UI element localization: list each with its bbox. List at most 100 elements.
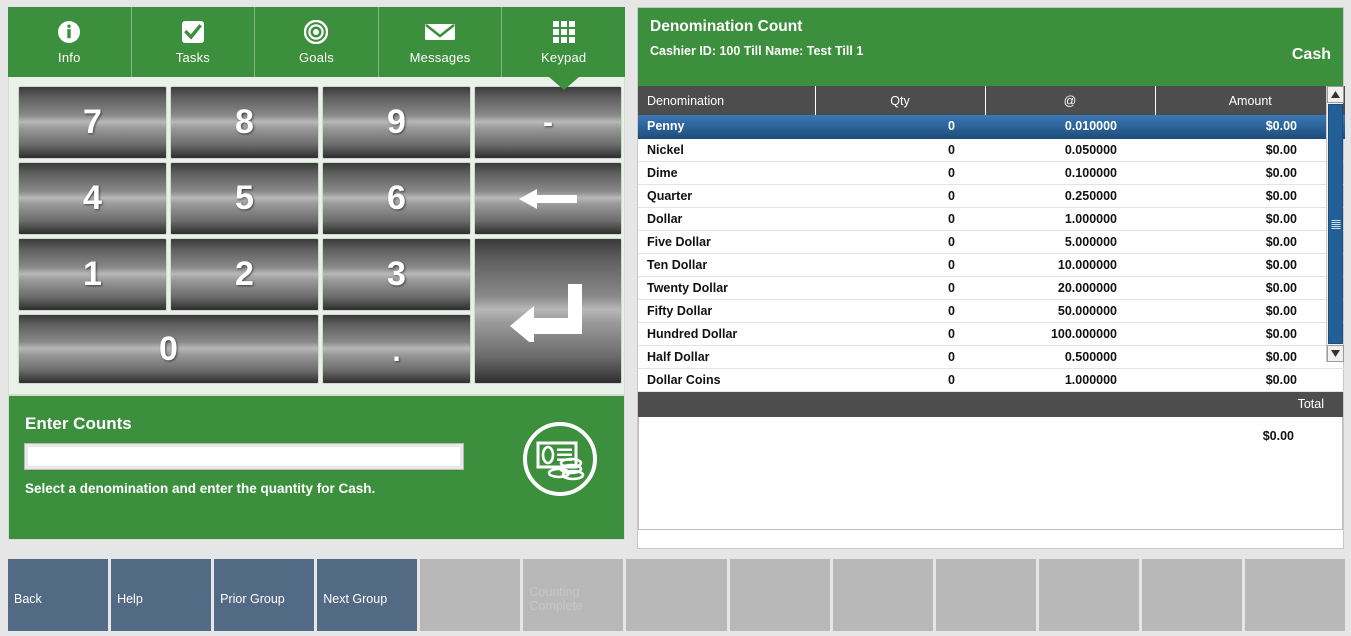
qty-cell: 0 (815, 138, 985, 162)
qty-cell: 0 (815, 230, 985, 254)
nav-tab-info[interactable]: Info (8, 7, 132, 77)
info-icon (57, 19, 81, 45)
nav-tab-label: Tasks (175, 50, 210, 65)
toolbar-button-back[interactable]: Back (8, 559, 109, 631)
table-row[interactable]: Ten Dollar 0 10.000000 $0.00 (638, 253, 1345, 277)
nav-tab-label: Goals (299, 50, 334, 65)
key-6[interactable]: 6 (322, 162, 471, 235)
key-5[interactable]: 5 (170, 162, 319, 235)
key-8[interactable]: 8 (170, 86, 319, 159)
table-row[interactable]: Dollar Coins 0 1.000000 $0.00 (638, 368, 1345, 392)
table-row[interactable]: Quarter 0 0.250000 $0.00 (638, 184, 1345, 208)
amount-cell: $0.00 (1155, 115, 1345, 139)
key-2[interactable]: 2 (170, 238, 319, 311)
denomination-count-header: Denomination Count Cashier ID: 100 Till … (638, 8, 1343, 86)
key-3[interactable]: 3 (322, 238, 471, 311)
rate-cell: 0.500000 (985, 345, 1155, 369)
amount-cell: $0.00 (1155, 207, 1345, 231)
toolbar-button-next-group[interactable]: Next Group (317, 559, 418, 631)
toolbar-button-counting-complete: Counting Complete (523, 559, 624, 631)
amount-cell: $0.00 (1155, 276, 1345, 300)
table-row[interactable]: Half Dollar 0 0.500000 $0.00 (638, 345, 1345, 369)
key-decimal[interactable]: . (322, 314, 471, 384)
qty-cell: 0 (815, 115, 985, 139)
toolbar-button-empty-7 (729, 559, 830, 631)
table-row[interactable]: Twenty Dollar 0 20.000000 $0.00 (638, 276, 1345, 300)
denomination-cell: Quarter (638, 184, 815, 208)
nav-tab-messages[interactable]: Messages (379, 7, 503, 77)
toolbar-button-prior-group[interactable]: Prior Group (214, 559, 315, 631)
checkbox-icon (181, 19, 205, 45)
scroll-up-arrow-icon[interactable] (1327, 86, 1344, 103)
target-icon (304, 19, 329, 45)
table-row[interactable]: Dollar 0 1.000000 $0.00 (638, 207, 1345, 231)
toolbar-button-empty-12 (1244, 559, 1346, 631)
rate-cell: 5.000000 (985, 230, 1155, 254)
cash-money-icon (521, 420, 599, 503)
key-4[interactable]: 4 (18, 162, 167, 235)
key-9[interactable]: 9 (322, 86, 471, 159)
page-title: Denomination Count (650, 18, 803, 35)
rate-cell: 50.000000 (985, 299, 1155, 323)
nav-tab-goals[interactable]: Goals (255, 7, 379, 77)
table-row[interactable]: Nickel 0 0.050000 $0.00 (638, 138, 1345, 162)
amount-cell: $0.00 (1155, 138, 1345, 162)
denomination-cell: Ten Dollar (638, 253, 815, 277)
toolbar-button-empty-6 (626, 559, 727, 631)
toolbar-button-empty-8 (832, 559, 933, 631)
amount-cell: $0.00 (1155, 253, 1345, 277)
amount-cell: $0.00 (1155, 161, 1345, 185)
denomination-cell: Hundred Dollar (638, 322, 815, 346)
column-header-rate[interactable]: @ (985, 86, 1156, 115)
total-value: $0.00 (1262, 428, 1294, 443)
nav-tab-tasks[interactable]: Tasks (132, 7, 256, 77)
table-header-row: Denomination Qty @ Amount (638, 86, 1345, 115)
key-0[interactable]: 0 (18, 314, 319, 384)
key-1[interactable]: 1 (18, 238, 167, 311)
column-header-amount[interactable]: Amount (1155, 86, 1345, 115)
toolbar-button-help[interactable]: Help (111, 559, 212, 631)
table-row[interactable]: Five Dollar 0 5.000000 $0.00 (638, 230, 1345, 254)
left-panel: Info Tasks Goals Messages Keypad 7 8 9 -… (8, 7, 625, 547)
vertical-scrollbar[interactable] (1326, 86, 1344, 362)
qty-cell: 0 (815, 322, 985, 346)
denomination-cell: Half Dollar (638, 345, 815, 369)
numeric-keypad: 7 8 9 - 4 5 6 1 2 3 0 . (18, 86, 622, 388)
toolbar-button-empty-11 (1141, 559, 1242, 631)
key-minus[interactable]: - (474, 86, 622, 159)
qty-cell: 0 (815, 345, 985, 369)
nav-tab-keypad[interactable]: Keypad (502, 7, 625, 90)
active-tab-caret-icon (548, 77, 579, 90)
table-row[interactable]: Fifty Dollar 0 50.000000 $0.00 (638, 299, 1345, 323)
qty-cell: 0 (815, 253, 985, 277)
column-header-qty[interactable]: Qty (815, 86, 986, 115)
enter-counts-panel: Enter Counts Select a denomination and e… (8, 395, 625, 540)
tender-mode-label: Cash (1291, 46, 1331, 63)
column-header-denomination[interactable]: Denomination (638, 86, 816, 115)
scrollbar-thumb[interactable] (1328, 104, 1343, 344)
keypad-grid-icon (552, 19, 576, 45)
denomination-cell: Fifty Dollar (638, 299, 815, 323)
backspace-arrow-icon (517, 186, 579, 212)
table-row[interactable]: Dime 0 0.100000 $0.00 (638, 161, 1345, 185)
denomination-cell: Dollar Coins (638, 368, 815, 392)
quantity-input[interactable] (24, 443, 464, 470)
qty-cell: 0 (815, 161, 985, 185)
scroll-down-arrow-icon[interactable] (1327, 345, 1344, 362)
key-backspace[interactable] (474, 162, 622, 235)
key-7[interactable]: 7 (18, 86, 167, 159)
qty-cell: 0 (815, 207, 985, 231)
amount-cell: $0.00 (1155, 230, 1345, 254)
amount-cell: $0.00 (1155, 368, 1345, 392)
key-enter[interactable] (474, 238, 622, 384)
rate-cell: 0.010000 (985, 115, 1155, 139)
denomination-grid-area: Denomination Qty @ Amount Penny 0 0.010000… (638, 86, 1345, 392)
denomination-table: Denomination Qty @ Amount Penny 0 0.010000… (638, 86, 1345, 392)
toolbar-button-empty-9 (935, 559, 1036, 631)
denomination-table-body: Penny 0 0.010000 $0.00 Nickel 0 0.050000 $0.00 D… (638, 115, 1345, 392)
table-row[interactable]: Penny 0 0.010000 $0.00 (638, 115, 1345, 139)
rate-cell: 10.000000 (985, 253, 1155, 277)
denomination-cell: Dime (638, 161, 815, 185)
enter-return-arrow-icon (508, 280, 588, 342)
table-row[interactable]: Hundred Dollar 0 100.000000 $0.00 (638, 322, 1345, 346)
